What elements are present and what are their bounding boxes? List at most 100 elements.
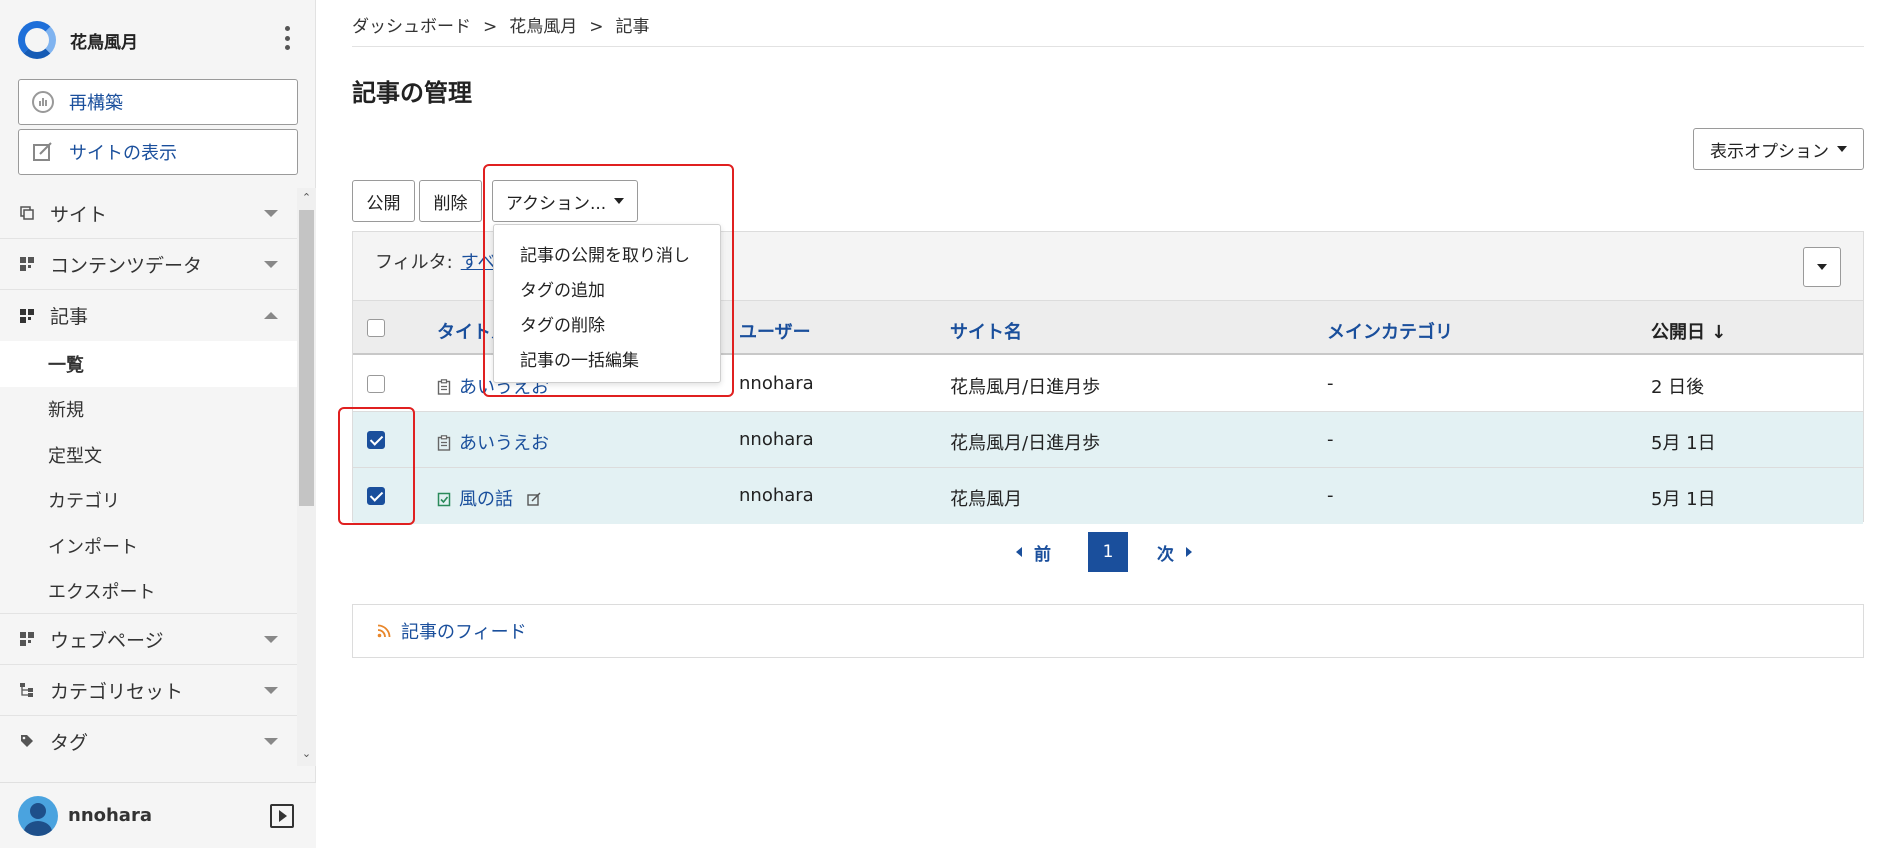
user-name: nnohara [68, 805, 152, 826]
display-options-label: 表示オプション [1710, 141, 1829, 162]
rss-icon [377, 624, 391, 638]
column-user[interactable]: ユーザー [739, 318, 811, 344]
breadcrumb: ダッシュボード > 花鳥風月 > 記事 [352, 12, 650, 37]
breadcrumb-site[interactable]: 花鳥風月 [509, 17, 577, 37]
filter-dropdown-button[interactable] [1803, 247, 1841, 287]
entry-category: - [1327, 429, 1334, 450]
tag-icon [20, 734, 34, 748]
menu-item-unpublish[interactable]: 記事の公開を取り消し [494, 236, 720, 271]
chevron-up-icon [264, 312, 278, 319]
chevron-right-icon [1186, 547, 1192, 557]
sidebar-item-label: タグ [50, 731, 89, 754]
page-title: 記事の管理 [352, 79, 472, 107]
sidebar-item-entries[interactable]: 記事 [0, 290, 316, 341]
sidebar-item-label: コンテンツデータ [50, 254, 203, 277]
sidebar-nav: サイト コンテンツデータ 記事 一覧 新規 定型文 カテゴリ インポート エクス… [0, 188, 316, 766]
entry-title-link[interactable]: 風の話 [437, 485, 541, 511]
rebuild-icon [31, 90, 55, 114]
sidebar-subitem-export[interactable]: エクスポート [0, 569, 316, 614]
site-brand[interactable]: 花鳥風月 [18, 20, 298, 60]
column-main-category[interactable]: メインカテゴリ [1327, 318, 1453, 344]
entry-user: nnohara [739, 429, 814, 450]
caret-down-icon [1817, 264, 1827, 270]
select-all-checkbox[interactable] [367, 319, 385, 337]
entry-title-link[interactable]: あいうえお [437, 429, 549, 455]
chevron-down-icon [264, 210, 278, 217]
rebuild-button[interactable]: 再構築 [18, 79, 298, 125]
sidebar-subitem-boilerplate[interactable]: 定型文 [0, 432, 316, 478]
sidebar-item-label: ウェブページ [50, 629, 164, 652]
divider [352, 46, 1864, 47]
entry-category: - [1327, 485, 1334, 506]
webpages-icon [20, 632, 34, 646]
chevron-down-icon [264, 738, 278, 745]
sidebar-item-label: 記事 [50, 306, 89, 328]
external-edit-icon[interactable] [527, 492, 541, 506]
actions-menu: 記事の公開を取り消し タグの追加 タグの削除 記事の一括編集 [493, 224, 721, 383]
view-site-label: サイトの表示 [69, 143, 177, 164]
table-row: 風の話 nnohara 花鳥風月 - 5月 1日 [353, 468, 1863, 524]
site-logo-icon [18, 21, 56, 59]
actions-dropdown[interactable]: アクション... [492, 180, 638, 222]
sidebar-item-label: サイト [50, 203, 108, 226]
actions-label: アクション... [505, 193, 607, 214]
entry-category: - [1327, 373, 1334, 394]
display-options-button[interactable]: 表示オプション [1693, 128, 1864, 170]
feed-box: 記事のフィード [352, 604, 1864, 658]
site-icon [20, 206, 34, 220]
entries-icon [20, 308, 34, 323]
sidebar-item-label: カテゴリセット [50, 680, 184, 703]
sidebar-item-category-sets[interactable]: カテゴリセット [0, 665, 316, 716]
sidebar-item-webpages[interactable]: ウェブページ [0, 614, 316, 665]
published-icon [437, 492, 451, 507]
column-published[interactable]: 公開日 ↓ [1651, 318, 1726, 344]
sidebar-scrollbar[interactable]: ⌃ ⌄ [297, 188, 316, 766]
draft-icon [437, 379, 451, 395]
rebuild-label: 再構築 [69, 93, 123, 114]
delete-button[interactable]: 削除 [419, 180, 482, 222]
sidebar-item-site[interactable]: サイト [0, 188, 316, 239]
sidebar-subitem-import[interactable]: インポート [0, 523, 316, 569]
pager-next[interactable]: 次 [1157, 532, 1192, 572]
filter-link[interactable]: すべ [461, 252, 496, 273]
pager-prev[interactable]: 前 [1016, 532, 1051, 572]
row-checkbox[interactable] [367, 431, 385, 449]
row-checkbox[interactable] [367, 375, 385, 393]
entry-user: nnohara [739, 485, 814, 506]
chevron-down-icon [264, 636, 278, 643]
column-site[interactable]: サイト名 [950, 318, 1022, 344]
scroll-down-icon[interactable]: ⌄ [301, 748, 312, 759]
draft-icon [437, 435, 451, 451]
sidebar-toggle-icon[interactable] [270, 804, 294, 828]
site-name: 花鳥風月 [70, 32, 138, 53]
table-row: あいうえお nnohara 花鳥風月/日進月歩 - 5月 1日 [353, 412, 1863, 468]
chevron-left-icon [1016, 547, 1022, 557]
category-set-icon [20, 683, 34, 697]
kebab-menu-icon[interactable] [282, 26, 292, 50]
breadcrumb-separator: > [589, 17, 604, 37]
sidebar-item-content-data[interactable]: コンテンツデータ [0, 239, 316, 290]
menu-item-batch-edit[interactable]: 記事の一括編集 [494, 341, 720, 376]
row-checkbox[interactable] [367, 487, 385, 505]
avatar[interactable] [18, 795, 58, 836]
sidebar-subitem-new[interactable]: 新規 [0, 387, 316, 433]
menu-item-remove-tags[interactable]: タグの削除 [494, 306, 720, 341]
sort-desc-icon: ↓ [1711, 322, 1727, 343]
breadcrumb-dashboard[interactable]: ダッシュボード [352, 17, 471, 37]
chevron-down-icon [264, 261, 278, 268]
feed-link[interactable]: 記事のフィード [401, 618, 527, 644]
sidebar-subitem-category[interactable]: カテゴリ [0, 478, 316, 524]
user-bar: nnohara [0, 782, 316, 848]
sidebar-subitem-list[interactable]: 一覧 [0, 341, 316, 387]
breadcrumb-separator: > [483, 17, 498, 37]
scroll-thumb[interactable] [299, 210, 314, 506]
entry-site: 花鳥風月/日進月歩 [950, 433, 1101, 454]
sidebar-item-tags[interactable]: タグ [0, 716, 316, 766]
menu-item-add-tags[interactable]: タグの追加 [494, 271, 720, 306]
entry-date: 5月 1日 [1651, 433, 1716, 454]
entry-site: 花鳥風月 [950, 489, 1022, 510]
view-site-button[interactable]: サイトの表示 [18, 129, 298, 175]
scroll-up-icon[interactable]: ⌃ [301, 192, 312, 203]
pager-current-page[interactable]: 1 [1088, 532, 1128, 572]
publish-button[interactable]: 公開 [352, 180, 415, 222]
